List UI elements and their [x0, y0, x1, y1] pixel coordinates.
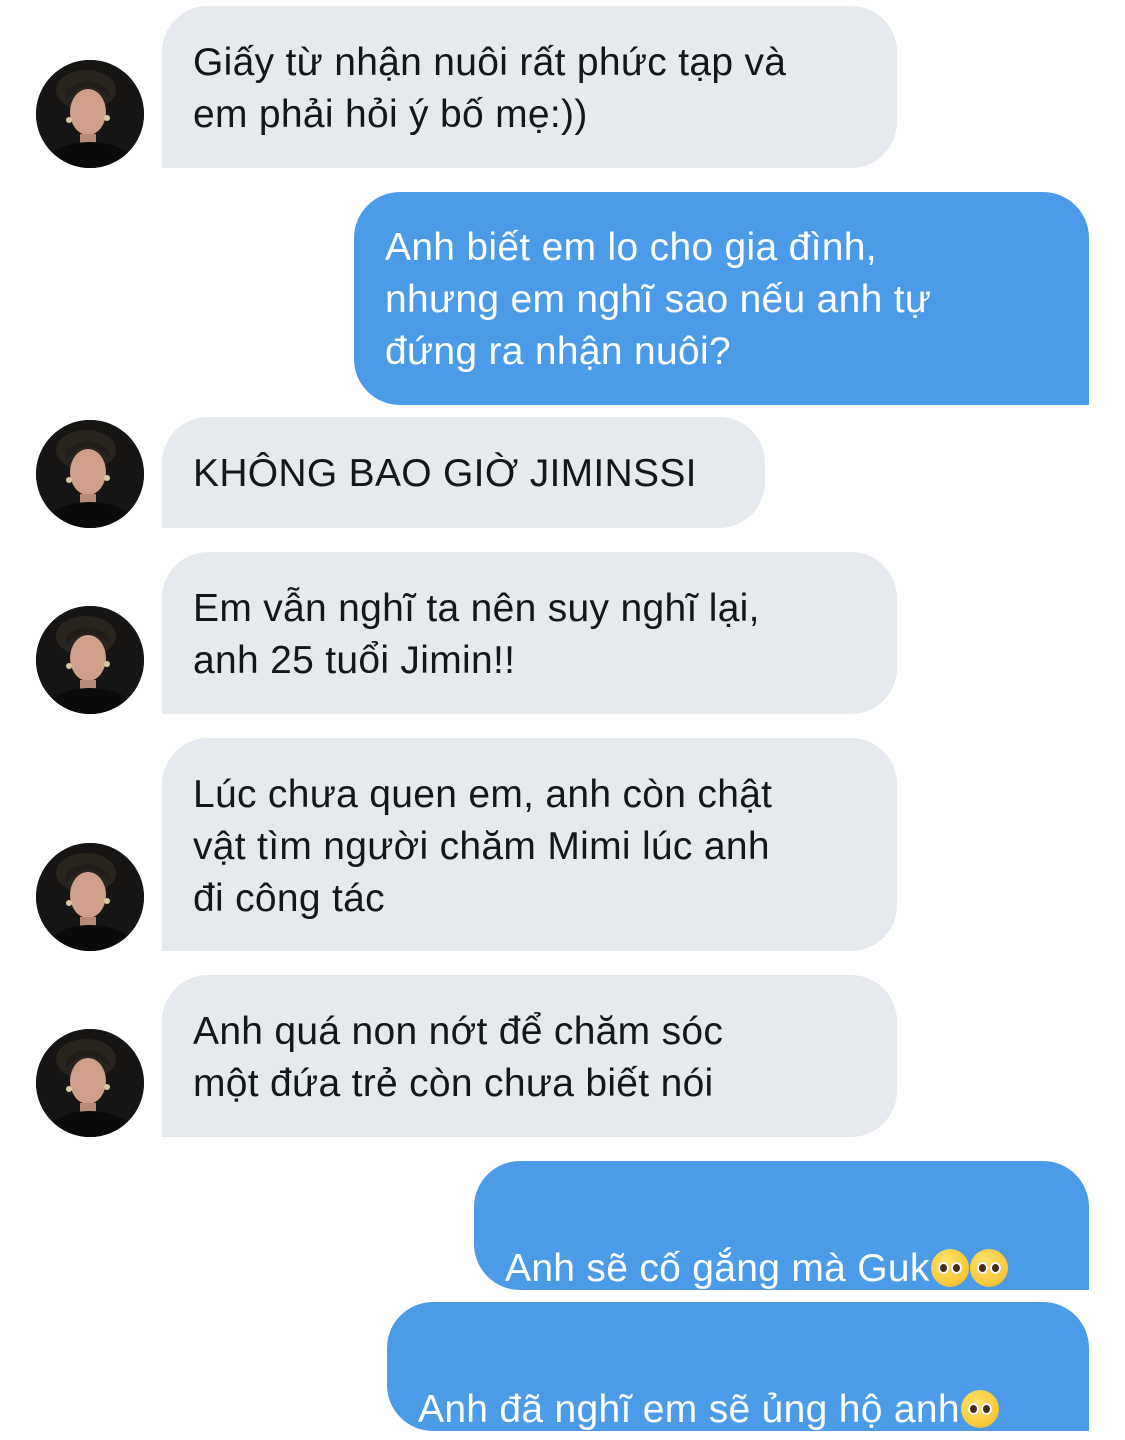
contact-avatar[interactable]	[36, 420, 144, 528]
contact-avatar[interactable]	[36, 606, 144, 714]
pleading-face-emoji-icon	[930, 1249, 969, 1287]
message-bubble-received[interactable]: Anh quá non nớt để chăm sóc một đứa trẻ …	[162, 975, 897, 1137]
message-bubble-received[interactable]: Lúc chưa quen em, anh còn chật vật tìm n…	[162, 738, 897, 951]
contact-avatar[interactable]	[36, 60, 144, 168]
message-bubble-sent[interactable]: Anh đã nghĩ em sẽ ủng hộ anh	[387, 1302, 1089, 1431]
pleading-face-emoji-icon	[960, 1390, 999, 1428]
message-bubble-sent[interactable]: Anh biết em lo cho gia đình, nhưng em ng…	[354, 192, 1089, 405]
message-text: Anh sẽ cố gắng mà Guk	[505, 1247, 930, 1290]
message-bubble-received[interactable]: KHÔNG BAO GIỜ JIMINSSI	[162, 417, 765, 528]
contact-avatar[interactable]	[36, 1029, 144, 1137]
message-bubble-sent[interactable]: Anh sẽ cố gắng mà Guk	[474, 1161, 1089, 1290]
message-text: Anh đã nghĩ em sẽ ủng hộ anh	[418, 1388, 960, 1431]
contact-avatar[interactable]	[36, 843, 144, 951]
message-bubble-received[interactable]: Em vẫn nghĩ ta nên suy nghĩ lại, anh 25 …	[162, 552, 897, 714]
message-bubble-received[interactable]: Giấy từ nhận nuôi rất phức tạp và em phả…	[162, 6, 897, 168]
pleading-face-emoji-icon	[969, 1249, 1008, 1287]
